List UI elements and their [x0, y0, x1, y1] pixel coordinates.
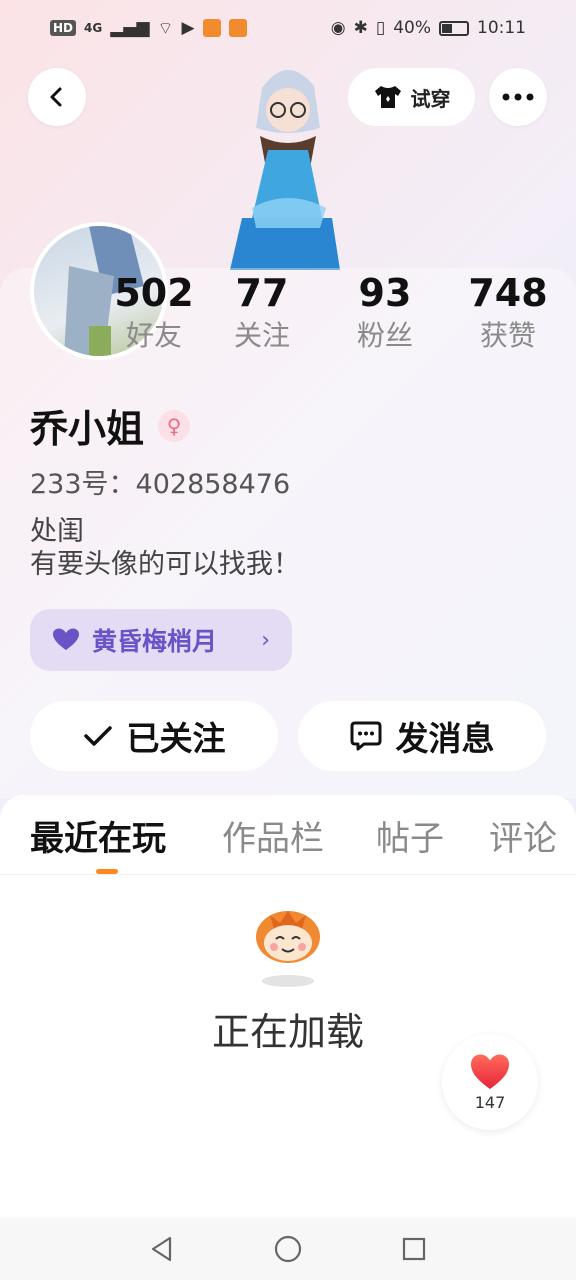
hd-icon: HD	[50, 20, 77, 36]
shirt-icon	[374, 86, 401, 108]
clock: 10:11	[477, 18, 526, 38]
nav-recents-icon[interactable]	[400, 1235, 428, 1263]
female-gender-icon: ♀	[158, 409, 191, 442]
profile-stats: 502 好友 77 关注 93 粉丝 748 获赞	[0, 270, 576, 370]
tab-comments[interactable]: 评论	[489, 811, 557, 860]
name-row: 乔小姐 ♀	[30, 398, 191, 453]
system-navigation-bar	[0, 1218, 576, 1280]
relationship-badge[interactable]: 黄昏梅梢月 ›	[30, 609, 292, 671]
try-on-button[interactable]: 试穿	[348, 68, 475, 126]
following-button[interactable]: 已关注	[30, 701, 278, 771]
stat-friends-value: 502	[114, 271, 194, 315]
profile-tabs: 最近在玩 作品栏 帖子 评论	[0, 795, 576, 875]
vibrate-icon: ▯	[375, 18, 386, 38]
signal-icon: ▂▄▆	[110, 18, 150, 38]
stat-following-value: 77	[235, 271, 289, 315]
like-count: 147	[474, 1092, 506, 1112]
character-avatar-figure	[230, 69, 340, 270]
tab-posts[interactable]: 帖子	[376, 811, 444, 860]
app-notification-icon	[202, 19, 221, 37]
back-arrow-icon	[50, 87, 62, 107]
bio-line-1: 处闺	[30, 516, 84, 547]
nav-back-icon[interactable]	[148, 1235, 176, 1263]
mascot-shadow	[262, 975, 314, 987]
stat-following-label: 关注	[233, 319, 290, 352]
eye-icon: ◉	[330, 18, 346, 38]
network-label: 4G	[84, 21, 103, 35]
more-options-button[interactable]	[489, 68, 547, 126]
status-bar: HD 4G ▂▄▆ ⌔ ▶ ◉ ✱ ▯ 40% 10:11	[0, 0, 576, 56]
stat-likes[interactable]: 748 获赞	[453, 270, 563, 356]
tab-recently-played[interactable]: 最近在玩	[30, 811, 166, 860]
like-button[interactable]: 147	[442, 1034, 538, 1130]
stat-fans[interactable]: 93 粉丝	[330, 270, 440, 356]
nav-home-icon[interactable]	[273, 1234, 303, 1264]
bio-line-2: 有要头像的可以找我！	[30, 549, 300, 580]
monkey-mascot-icon	[256, 911, 320, 963]
badge-label: 黄昏梅梢月	[92, 627, 218, 656]
stat-fans-value: 93	[358, 271, 412, 315]
tab-works[interactable]: 作品栏	[222, 811, 324, 860]
chevron-right-icon: ›	[261, 627, 270, 653]
user-id: 233号：402858476	[30, 469, 291, 500]
more-dots-icon	[502, 93, 534, 101]
heart-icon	[471, 1054, 509, 1089]
following-label: 已关注	[126, 719, 226, 758]
camera-icon: ▶	[181, 18, 195, 38]
send-message-button[interactable]: 发消息	[298, 701, 546, 771]
chat-bubble-icon	[350, 721, 381, 751]
stat-friends[interactable]: 502 好友	[99, 270, 209, 356]
send-message-label: 发消息	[395, 719, 495, 758]
app-notification-icon-2	[228, 19, 247, 37]
battery-percent: 40%	[393, 18, 431, 38]
wifi-icon: ⌔	[157, 18, 174, 39]
user-bio: 处闺 有要头像的可以找我！	[30, 515, 300, 581]
stat-following[interactable]: 77 关注	[207, 270, 317, 356]
battery-icon	[439, 20, 469, 36]
back-button[interactable]	[28, 68, 86, 126]
stat-likes-label: 获赞	[479, 319, 536, 352]
heart-icon	[53, 628, 79, 650]
check-icon	[83, 726, 112, 746]
user-name: 乔小姐	[30, 407, 145, 451]
bluetooth-icon: ✱	[353, 18, 368, 38]
content-panel: 最近在玩 作品栏 帖子 评论 正在加载	[0, 795, 576, 1220]
stat-fans-label: 粉丝	[356, 319, 413, 352]
stat-likes-value: 748	[468, 271, 548, 315]
active-tab-indicator	[96, 869, 118, 874]
stat-friends-label: 好友	[125, 319, 182, 352]
try-on-label: 试穿	[410, 86, 451, 111]
